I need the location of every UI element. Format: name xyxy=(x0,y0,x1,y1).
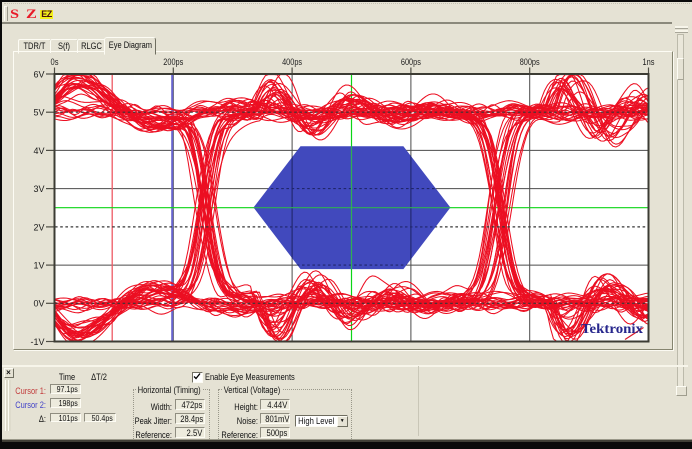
svg-text:4V: 4V xyxy=(34,146,46,157)
svg-text:5V: 5V xyxy=(34,108,46,119)
svg-text:6V: 6V xyxy=(34,69,46,80)
svg-text:800ps: 800ps xyxy=(520,57,540,68)
svg-text:0V: 0V xyxy=(34,299,46,310)
svg-text:1ns: 1ns xyxy=(643,57,655,68)
svg-text:200ps: 200ps xyxy=(163,57,183,68)
svg-text:1V: 1V xyxy=(34,261,46,272)
svg-text:Tektronix: Tektronix xyxy=(581,321,643,336)
svg-text:2V: 2V xyxy=(34,222,46,233)
svg-text:0s: 0s xyxy=(51,57,59,68)
svg-text:400ps: 400ps xyxy=(282,57,302,68)
svg-text:3V: 3V xyxy=(34,184,46,195)
svg-text:-1V: -1V xyxy=(31,337,46,348)
svg-text:600ps: 600ps xyxy=(401,57,421,68)
